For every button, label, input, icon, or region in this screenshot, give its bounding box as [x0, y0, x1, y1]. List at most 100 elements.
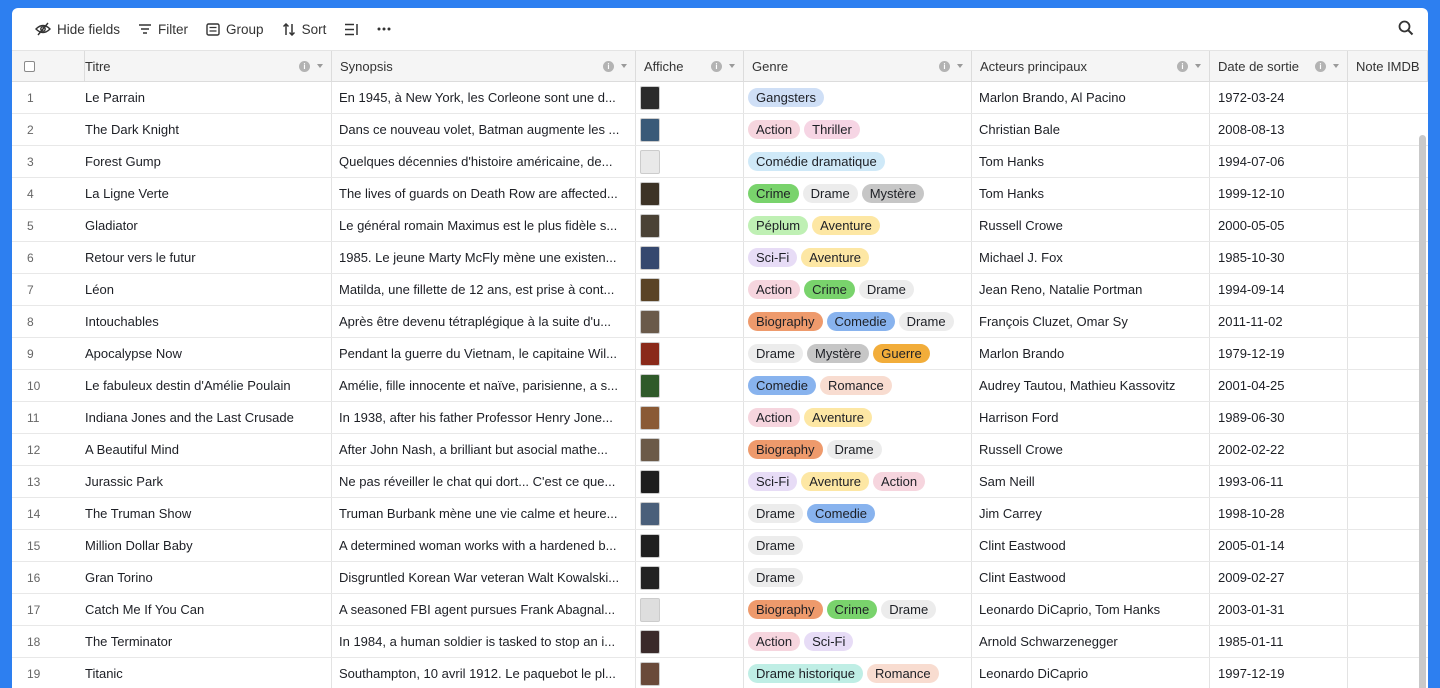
row-number-cell[interactable]: 11	[12, 402, 85, 433]
affiche-cell[interactable]	[636, 658, 744, 688]
synopsis-cell[interactable]: 1985. Le jeune Marty McFly mène une exis…	[332, 242, 636, 273]
table-row[interactable]: 19 Titanic Southampton, 10 avril 1912. Le …	[12, 658, 1428, 688]
poster-thumbnail[interactable]	[640, 373, 660, 398]
table-row[interactable]: 8 Intouchables Après être devenu tétraplég…	[12, 306, 1428, 338]
row-number-cell[interactable]: 19	[12, 658, 85, 688]
table-row[interactable]: 7 Léon Matilda, une fillette de 12 ans, es…	[12, 274, 1428, 306]
affiche-cell[interactable]	[636, 402, 744, 433]
genre-cell[interactable]: Drame	[744, 530, 972, 561]
row-number-cell[interactable]: 17	[12, 594, 85, 625]
acteurs-cell[interactable]: Tom Hanks	[972, 178, 1210, 209]
affiche-cell[interactable]	[636, 370, 744, 401]
date-cell[interactable]: 1979-12-19	[1210, 338, 1348, 369]
row-number-cell[interactable]: 13	[12, 466, 85, 497]
title-cell[interactable]: Indiana Jones and the Last Crusade	[85, 402, 332, 433]
date-cell[interactable]: 2001-04-25	[1210, 370, 1348, 401]
row-number-cell[interactable]: 1	[12, 82, 85, 113]
acteurs-cell[interactable]: Leonardo DiCaprio, Tom Hanks	[972, 594, 1210, 625]
note-cell[interactable]	[1348, 210, 1428, 241]
acteurs-cell[interactable]: Tom Hanks	[972, 146, 1210, 177]
note-cell[interactable]	[1348, 466, 1428, 497]
title-cell[interactable]: Le fabuleux destin d'Amélie Poulain	[85, 370, 332, 401]
genre-cell[interactable]: Drame Comedie	[744, 498, 972, 529]
row-number-cell[interactable]: 6	[12, 242, 85, 273]
date-cell[interactable]: 2003-01-31	[1210, 594, 1348, 625]
synopsis-cell[interactable]: Truman Burbank mène une vie calme et heu…	[332, 498, 636, 529]
genre-cell[interactable]: Gangsters	[744, 82, 972, 113]
note-cell[interactable]	[1348, 402, 1428, 433]
synopsis-cell[interactable]: Pendant la guerre du Vietnam, le capitai…	[332, 338, 636, 369]
date-cell[interactable]: 1993-06-11	[1210, 466, 1348, 497]
poster-thumbnail[interactable]	[640, 213, 660, 238]
genre-cell[interactable]: Péplum Aventure	[744, 210, 972, 241]
table-row[interactable]: 9 Apocalypse Now Pendant la guerre du Viet…	[12, 338, 1428, 370]
acteurs-cell[interactable]: Marlon Brando, Al Pacino	[972, 82, 1210, 113]
poster-thumbnail[interactable]	[640, 341, 660, 366]
poster-thumbnail[interactable]	[640, 277, 660, 302]
genre-cell[interactable]: Sci-Fi Aventure Action	[744, 466, 972, 497]
chevron-down-icon[interactable]	[1195, 64, 1201, 68]
affiche-cell[interactable]	[636, 178, 744, 209]
chevron-down-icon[interactable]	[317, 64, 323, 68]
genre-cell[interactable]: Comedie Romance	[744, 370, 972, 401]
note-cell[interactable]	[1348, 178, 1428, 209]
title-cell[interactable]: The Truman Show	[85, 498, 332, 529]
synopsis-cell[interactable]: Ne pas réveiller le chat qui dort... C'e…	[332, 466, 636, 497]
hide-fields-button[interactable]: Hide fields	[26, 15, 129, 43]
row-height-button[interactable]	[335, 15, 368, 43]
synopsis-cell[interactable]: After John Nash, a brilliant but asocial…	[332, 434, 636, 465]
affiche-cell[interactable]	[636, 434, 744, 465]
group-button[interactable]: Group	[197, 15, 273, 43]
acteurs-cell[interactable]: Clint Eastwood	[972, 530, 1210, 561]
column-header-synopsis[interactable]: Synopsis i	[332, 51, 636, 81]
genre-cell[interactable]: Action Crime Drame	[744, 274, 972, 305]
affiche-cell[interactable]	[636, 210, 744, 241]
title-cell[interactable]: The Dark Knight	[85, 114, 332, 145]
table-row[interactable]: 3 Forest Gump Quelques décennies d'histoir…	[12, 146, 1428, 178]
filter-button[interactable]: Filter	[129, 15, 197, 43]
poster-thumbnail[interactable]	[640, 437, 660, 462]
poster-thumbnail[interactable]	[640, 533, 660, 558]
note-cell[interactable]	[1348, 658, 1428, 688]
row-number-cell[interactable]: 5	[12, 210, 85, 241]
poster-thumbnail[interactable]	[640, 117, 660, 142]
title-cell[interactable]: Jurassic Park	[85, 466, 332, 497]
table-row[interactable]: 16 Gran Torino Disgruntled Korean War vete…	[12, 562, 1428, 594]
title-cell[interactable]: Million Dollar Baby	[85, 530, 332, 561]
poster-thumbnail[interactable]	[640, 501, 660, 526]
column-header-title[interactable]: Titre i	[85, 51, 332, 81]
genre-cell[interactable]: Drame Mystère Guerre	[744, 338, 972, 369]
title-cell[interactable]: A Beautiful Mind	[85, 434, 332, 465]
genre-cell[interactable]: Crime Drame Mystère	[744, 178, 972, 209]
genre-cell[interactable]: Comédie dramatique	[744, 146, 972, 177]
acteurs-cell[interactable]: Russell Crowe	[972, 434, 1210, 465]
note-cell[interactable]	[1348, 562, 1428, 593]
info-icon[interactable]: i	[299, 60, 310, 72]
title-cell[interactable]: Gran Torino	[85, 562, 332, 593]
genre-cell[interactable]: Action Aventure	[744, 402, 972, 433]
table-row[interactable]: 2 The Dark Knight Dans ce nouveau volet, B…	[12, 114, 1428, 146]
affiche-cell[interactable]	[636, 306, 744, 337]
affiche-cell[interactable]	[636, 274, 744, 305]
note-cell[interactable]	[1348, 242, 1428, 273]
genre-cell[interactable]: Biography Drame	[744, 434, 972, 465]
acteurs-cell[interactable]: Michael J. Fox	[972, 242, 1210, 273]
row-number-cell[interactable]: 4	[12, 178, 85, 209]
acteurs-cell[interactable]: Russell Crowe	[972, 210, 1210, 241]
genre-cell[interactable]: Action Sci-Fi	[744, 626, 972, 657]
note-cell[interactable]	[1348, 306, 1428, 337]
date-cell[interactable]: 1989-06-30	[1210, 402, 1348, 433]
acteurs-cell[interactable]: Clint Eastwood	[972, 562, 1210, 593]
affiche-cell[interactable]	[636, 242, 744, 273]
chevron-down-icon[interactable]	[1333, 64, 1339, 68]
synopsis-cell[interactable]: Southampton, 10 avril 1912. Le paquebot …	[332, 658, 636, 688]
table-row[interactable]: 4 La Ligne Verte The lives of guards on De…	[12, 178, 1428, 210]
poster-thumbnail[interactable]	[640, 85, 660, 110]
note-cell[interactable]	[1348, 530, 1428, 561]
synopsis-cell[interactable]: En 1945, à New York, les Corleone sont u…	[332, 82, 636, 113]
acteurs-cell[interactable]: Jean Reno, Natalie Portman	[972, 274, 1210, 305]
synopsis-cell[interactable]: Amélie, fille innocente et naïve, parisi…	[332, 370, 636, 401]
genre-cell[interactable]: Drame historique Romance	[744, 658, 972, 688]
acteurs-cell[interactable]: Arnold Schwarzenegger	[972, 626, 1210, 657]
row-number-cell[interactable]: 14	[12, 498, 85, 529]
